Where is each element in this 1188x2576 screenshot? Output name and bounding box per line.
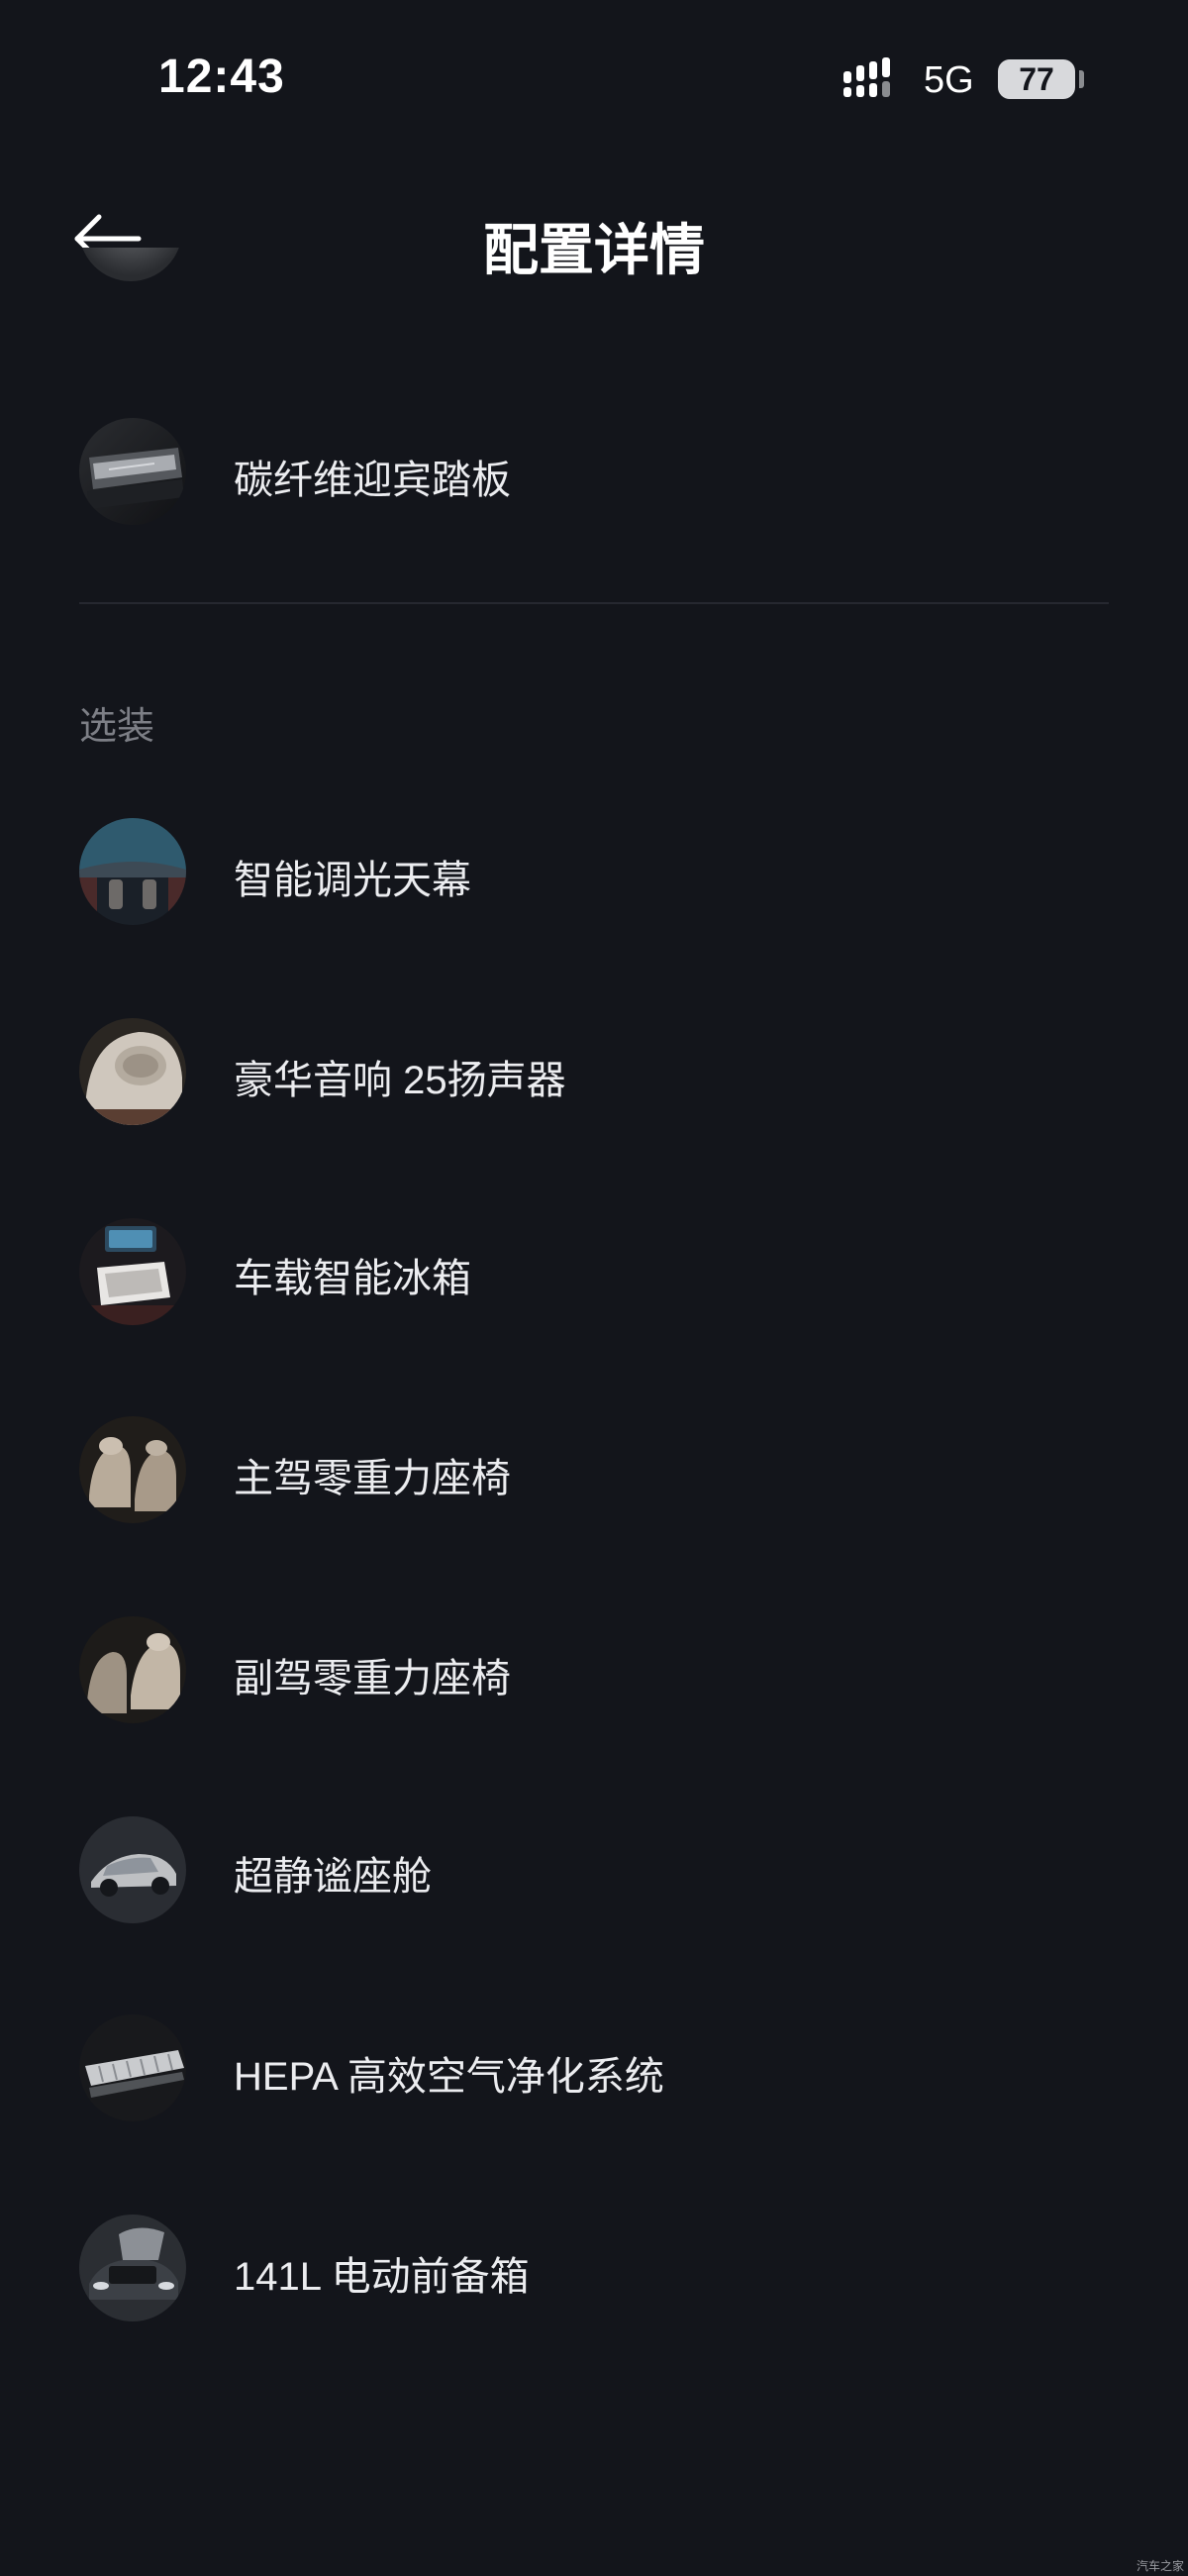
item-label: 智能调光天幕 [234,859,471,902]
list-item-passenger-zero-gravity-seat[interactable]: 副驾零重力座椅 [0,1606,1188,1735]
driver-seat-thumbnail [79,1416,186,1523]
list-item-car-fridge[interactable]: 车载智能冰箱 [0,1206,1188,1335]
item-label: 碳纤维迎宾踏板 [234,459,511,502]
front-trunk-thumbnail [79,2215,186,2321]
car-fridge-thumbnail [79,1218,186,1325]
item-label: 车载智能冰箱 [234,1257,471,1300]
status-time: 12:43 [158,51,285,103]
item-label: HEPA 高效空气净化系统 [234,2055,664,2099]
list-item-smart-dimming-roof[interactable]: 智能调光天幕 [0,808,1188,937]
smart-dimming-roof-thumbnail [79,818,186,925]
item-label: 超静谧座舱 [234,1855,432,1899]
list-item-carbon-sill-plate[interactable]: 碳纤维迎宾踏板 [0,408,1188,537]
quiet-cabin-thumbnail [79,1816,186,1923]
carbon-sill-plate-thumbnail [79,418,186,525]
passenger-seat-thumbnail [79,1616,186,1723]
signal-strength-icon [843,57,890,97]
battery-tip-icon [1079,70,1084,88]
item-label: 141L 电动前备箱 [234,2255,530,2299]
partial-thumbnail [79,248,182,327]
network-type-label: 5G [924,59,974,101]
item-label: 豪华音响 25扬声器 [234,1059,566,1102]
watermark: 汽车之家 [1137,2559,1185,2573]
item-label: 副驾零重力座椅 [234,1657,511,1700]
item-label: 主驾零重力座椅 [234,1457,511,1500]
battery-indicator: 77 [998,59,1075,99]
list-item-hepa-air-purifier[interactable]: HEPA 高效空气净化系统 [0,2005,1188,2133]
list-item-premium-speakers[interactable]: 豪华音响 25扬声器 [0,1008,1188,1137]
premium-speaker-thumbnail [79,1018,186,1125]
list-item-quiet-cabin[interactable]: 超静谧座舱 [0,1804,1188,1933]
list-item-driver-zero-gravity-seat[interactable]: 主驾零重力座椅 [0,1406,1188,1535]
status-bar: 12:43 5G 77 [0,0,1188,158]
divider [79,602,1109,604]
list-item-front-trunk[interactable]: 141L 电动前备箱 [0,2205,1188,2333]
section-title-optional: 选装 [79,706,155,748]
hepa-filter-thumbnail [79,2014,186,2121]
